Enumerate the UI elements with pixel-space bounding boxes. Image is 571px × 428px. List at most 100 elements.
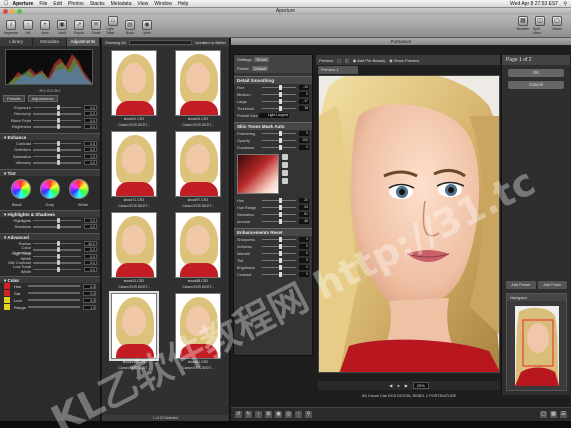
rating-filter[interactable]: Unrated or Better xyxy=(195,40,226,45)
browser-view-button[interactable]: ▦ Browser xyxy=(516,16,530,35)
zoom-icon[interactable] xyxy=(17,9,22,14)
inspector-button[interactable]: i Inspector xyxy=(4,20,18,35)
cancel-button[interactable]: Cancel xyxy=(508,81,564,89)
add-preset-button[interactable]: Add Preset xyxy=(506,281,536,289)
enhance-adjust-slider[interactable] xyxy=(33,154,81,158)
color-adjust-value-field[interactable]: 1.0 xyxy=(83,304,96,310)
detail-smoothing-value-field[interactable]: 0 xyxy=(299,92,309,97)
menu-file[interactable]: File xyxy=(39,1,47,7)
enhancement-value-field[interactable]: 0 xyxy=(299,244,309,249)
apple-menu-icon[interactable]:  xyxy=(4,1,9,7)
thumbnail-image[interactable] xyxy=(175,293,221,359)
white-tint-wheel[interactable] xyxy=(69,179,90,199)
skin-mask-hsl-slider[interactable] xyxy=(262,205,296,209)
navigator-thumbnail[interactable] xyxy=(515,306,559,386)
web-button[interactable]: ◉ Web xyxy=(140,20,154,35)
enhancement-slider[interactable] xyxy=(262,258,296,262)
viewer-button[interactable]: ▢ Viewer xyxy=(550,16,564,35)
tab-metadata[interactable]: Metadata xyxy=(33,38,67,46)
filter-label[interactable]: Showing All xyxy=(105,40,126,45)
split-view-button[interactable]: ◫ Split View xyxy=(533,16,547,35)
add-preview-toggle[interactable]: ◉ Add Pre Beauty xyxy=(353,58,385,63)
exposure-adjust-value-field[interactable]: 0.0 xyxy=(84,104,97,110)
redeye-icon[interactable]: ◉ xyxy=(275,411,282,418)
detail-smoothing-value-field[interactable]: -17 xyxy=(299,99,309,104)
skin-mask-value-field[interactable]: 0 xyxy=(299,131,309,136)
thumbnail-item[interactable]: shoot97.CR2 Canon EOS DIGIT... xyxy=(169,131,227,208)
menu-view[interactable]: View xyxy=(137,1,148,7)
eyedropper-icon[interactable] xyxy=(282,154,288,160)
skin-mask-hsl-slider[interactable] xyxy=(262,212,296,216)
exposure-adjust-value-field[interactable]: 0.0 xyxy=(84,124,97,130)
detail-smoothing-slider[interactable] xyxy=(262,106,296,110)
mask-color-swatch[interactable] xyxy=(237,154,279,194)
detail-smoothing-value-field[interactable]: -10 xyxy=(299,85,309,90)
eyedropper-minus-icon[interactable] xyxy=(282,170,288,176)
enhancement-value-field[interactable]: 0 xyxy=(299,251,309,256)
enhance-adjust-value-field[interactable]: 0.0 xyxy=(84,140,97,146)
detail-smoothing-slider[interactable] xyxy=(262,92,296,96)
advanced-section[interactable]: ▾ Advanced xyxy=(0,233,100,240)
detail-smoothing-slider[interactable] xyxy=(262,99,296,103)
enhancement-slider[interactable] xyxy=(262,244,296,248)
detail-smoothing-value-field[interactable]: 18 xyxy=(299,106,309,111)
fullscreen-icon[interactable]: ▢ xyxy=(540,411,547,418)
advanced-adjust-value-field[interactable]: 0.0 xyxy=(84,266,97,272)
adjustments-button[interactable]: Adjustments xyxy=(27,95,58,102)
thumbnail-item[interactable]: shoot11.CR2 Canon EOS DIGIT... xyxy=(169,293,227,370)
thumbnail-item[interactable]: shoot91.CR2 Canon EOS DIGIT... xyxy=(105,50,163,127)
light-table-button[interactable]: □ Light Table xyxy=(106,16,120,35)
enhancements-reset-button[interactable]: Reset xyxy=(270,230,282,235)
skin-mask-value-field[interactable]: 100 xyxy=(299,138,309,143)
skin-mask-value-field[interactable]: 0 xyxy=(299,145,309,150)
enhance-adjust-slider[interactable] xyxy=(33,141,81,145)
skin-mask-slider[interactable] xyxy=(262,145,296,149)
advanced-adjust-value-field[interactable]: 0.0 xyxy=(84,260,97,266)
thumbnail-item[interactable]: shoot88.CR2 Canon EOS DIGIT... xyxy=(169,212,227,289)
skin-tones-mask-section[interactable]: Skin Tones Mask Auto xyxy=(234,122,312,130)
crop-icon[interactable]: ⊞ xyxy=(265,411,272,418)
color-adjust-slider[interactable] xyxy=(28,306,80,308)
enhancement-value-field[interactable]: 0 xyxy=(299,237,309,242)
thumbnail-image[interactable] xyxy=(111,50,157,116)
preset-select[interactable]: Default xyxy=(251,66,269,71)
skin-mask-slider[interactable] xyxy=(262,138,296,142)
zoom-in-icon[interactable]: ▶ xyxy=(405,383,408,388)
rotate-right-icon[interactable]: ↻ xyxy=(245,411,252,418)
advanced-adjust-slider[interactable] xyxy=(33,247,81,252)
menu-metadata[interactable]: Metadata xyxy=(111,1,132,7)
menu-window[interactable]: Window xyxy=(154,1,172,7)
detail-smoothing-section[interactable]: Detail Smoothing xyxy=(234,76,312,84)
rotate-left-icon[interactable]: ↺ xyxy=(235,411,242,418)
enhancement-value-field[interactable]: 0 xyxy=(299,265,309,270)
enhance-adjust-value-field[interactable]: 0.0 xyxy=(84,147,97,153)
enhancement-slider[interactable] xyxy=(262,265,296,269)
color-adjust-value-field[interactable]: 0.0 xyxy=(83,290,96,296)
thumbnail-image[interactable] xyxy=(175,212,221,278)
eyedropper-plus-icon[interactable] xyxy=(282,162,288,168)
skin-mask-slider[interactable] xyxy=(262,131,296,135)
enhancements-section[interactable]: Enhancements Reset xyxy=(234,228,312,236)
new-button[interactable]: + New xyxy=(38,20,52,35)
enhance-adjust-slider[interactable] xyxy=(33,160,81,165)
enhancement-slider[interactable] xyxy=(262,272,296,276)
skin-mask-hsl-value-field[interactable]: 34 xyxy=(299,205,309,210)
thumbnail-item[interactable]: shoot31.CR2 Canon EOS DIGIT... xyxy=(105,212,163,289)
spot-patch-icon[interactable]: ◎ xyxy=(285,411,292,418)
enhance-adjust-value-field[interactable]: 1.0 xyxy=(84,153,97,159)
vault-button[interactable]: ▣ Vault xyxy=(55,20,69,35)
show-preview-toggle[interactable]: ◉ Show Preview xyxy=(389,58,419,63)
straighten-icon[interactable]: ↕ xyxy=(255,411,262,418)
color-swatch[interactable] xyxy=(4,297,10,303)
lift-button[interactable]: ↑ Lift xyxy=(21,20,35,35)
skin-mask-hsl-value-field[interactable]: 51 xyxy=(299,212,309,217)
highlights-shadows-section[interactable]: ▾ Highlights & Shadows xyxy=(0,210,100,217)
menu-aperture[interactable]: Aperture xyxy=(13,1,34,7)
exposure-adjust-value-field[interactable]: 0.0 xyxy=(84,117,97,123)
thumbnail-item[interactable]: shoot19.CLLR Canon EOS DIGIT... xyxy=(105,291,163,370)
skin-mask-hsl-slider[interactable] xyxy=(262,198,296,202)
menu-help[interactable]: Help xyxy=(178,1,188,7)
thumbnail-image[interactable] xyxy=(175,50,221,116)
thumbnail-image[interactable] xyxy=(175,131,221,197)
lift-stamp-icon[interactable]: ↑ xyxy=(295,411,302,418)
